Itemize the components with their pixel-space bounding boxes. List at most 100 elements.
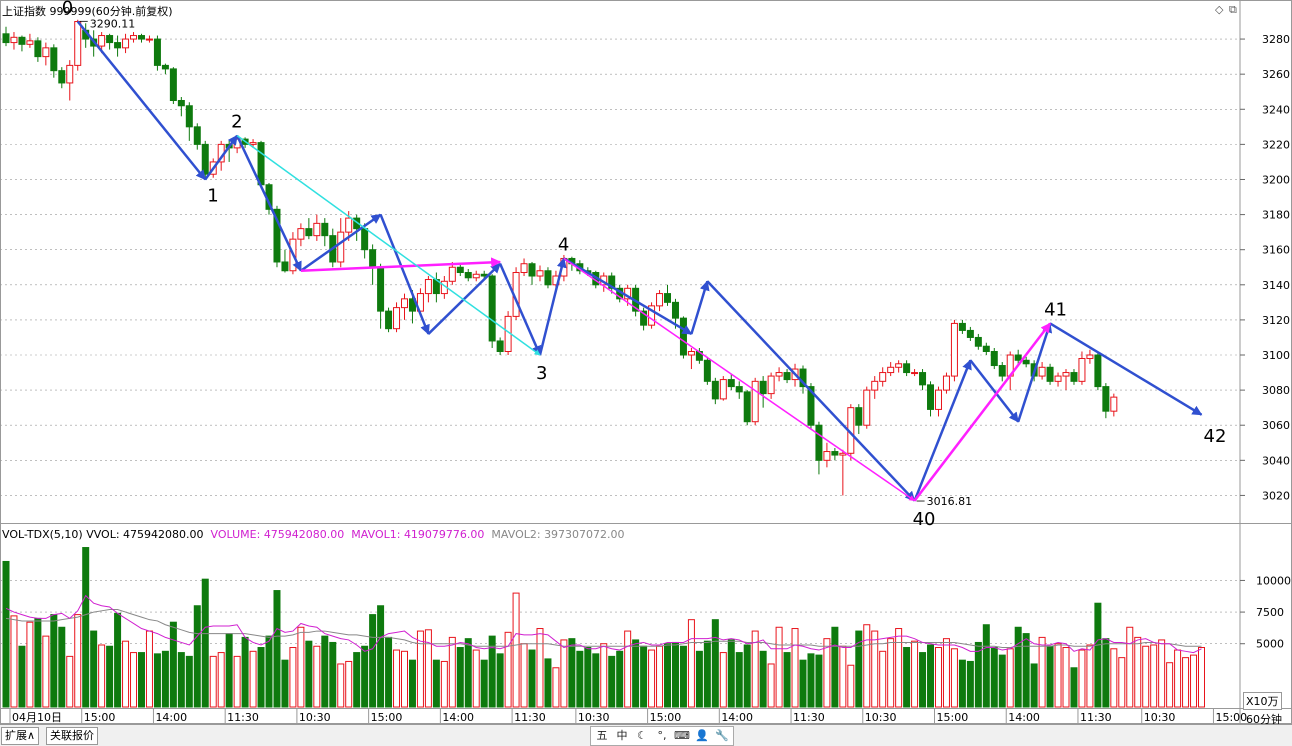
candle-body bbox=[767, 375, 775, 395]
candle-body bbox=[687, 350, 695, 356]
candle-body bbox=[982, 345, 990, 352]
volume-bar bbox=[130, 652, 138, 708]
time-label: 15:00 bbox=[84, 711, 116, 724]
candle-body bbox=[1094, 354, 1102, 388]
volume-bar bbox=[66, 655, 74, 708]
mavol1-value: 419079776.00 bbox=[403, 528, 485, 541]
candle-body bbox=[153, 38, 161, 66]
candle-body bbox=[161, 64, 169, 70]
candle bbox=[640, 307, 648, 331]
volume-tick-label: 10000 bbox=[1256, 574, 1291, 587]
volume-bar bbox=[34, 617, 42, 708]
volume-bar bbox=[887, 638, 895, 708]
candle bbox=[1078, 351, 1086, 385]
candle bbox=[1110, 393, 1118, 417]
keyboard-icon[interactable]: ⌨ bbox=[673, 727, 691, 745]
candle-body bbox=[1086, 354, 1094, 360]
candle-body bbox=[1014, 354, 1022, 361]
volume-bar bbox=[377, 605, 385, 708]
volume-bar bbox=[791, 628, 799, 708]
volume-bar bbox=[695, 650, 703, 708]
candle bbox=[775, 367, 783, 382]
candle-body bbox=[177, 99, 185, 107]
volume-bar bbox=[919, 652, 927, 708]
moon-icon[interactable]: ☾ bbox=[633, 727, 651, 745]
candle bbox=[831, 448, 839, 461]
user-icon[interactable]: 👤 bbox=[693, 727, 711, 745]
time-label: 10:30 bbox=[578, 711, 610, 724]
volume-bar bbox=[1126, 626, 1134, 708]
volume-bars bbox=[2, 547, 1205, 708]
volume-bar bbox=[393, 649, 401, 708]
volume-bar bbox=[26, 621, 34, 708]
candle bbox=[1062, 369, 1070, 391]
volume-bar bbox=[281, 659, 289, 708]
price-tick-label: 3140 bbox=[1262, 279, 1290, 292]
tab-related-quotes[interactable]: 关联报价 bbox=[46, 727, 98, 745]
candle bbox=[50, 44, 58, 78]
candle bbox=[966, 326, 974, 341]
candle bbox=[177, 96, 185, 117]
price-tick-label: 3060 bbox=[1262, 419, 1290, 432]
five-icon[interactable]: 五 bbox=[593, 727, 611, 745]
candle-body bbox=[305, 228, 313, 237]
volume-bar bbox=[1030, 663, 1038, 708]
volume-bar bbox=[942, 638, 950, 708]
volume-bar bbox=[1078, 649, 1086, 708]
candle bbox=[974, 333, 982, 350]
wrench-icon[interactable]: 🔧 bbox=[713, 727, 731, 745]
stock-chart[interactable]: 3020304030603080310031203140316031803200… bbox=[0, 0, 1292, 745]
time-axis: 04月10日 15:00 14:00 11:30 10:30 15:00 14:00 11:3… bbox=[12, 711, 1247, 724]
volume-bar bbox=[616, 650, 624, 708]
vol-indicator[interactable]: VOL-TDX(5,10) bbox=[2, 528, 83, 541]
candle-body bbox=[958, 322, 966, 331]
candle bbox=[887, 362, 895, 377]
candle bbox=[823, 442, 831, 468]
volume-bar bbox=[799, 659, 807, 708]
volume-bar bbox=[711, 619, 719, 708]
candle-body bbox=[106, 35, 114, 44]
candle-body bbox=[831, 451, 839, 456]
volume-bar bbox=[1174, 649, 1182, 708]
tab-expand[interactable]: 扩展∧ bbox=[1, 727, 40, 745]
volume-bar bbox=[998, 654, 1006, 708]
price-tick-label: 3160 bbox=[1262, 244, 1290, 257]
volume-bar bbox=[903, 647, 911, 708]
wave-lines bbox=[76, 20, 1203, 502]
candle-body bbox=[863, 389, 871, 426]
candle bbox=[321, 218, 329, 247]
candle-body bbox=[472, 273, 480, 279]
bottom-toolbar: 扩展∧ 关联报价 五 中 ☾ °, ⌨ 👤 🔧 bbox=[0, 724, 1292, 746]
volume-bar bbox=[145, 630, 153, 708]
volume-bar bbox=[727, 639, 735, 708]
candle-body bbox=[743, 391, 751, 423]
volume-bar bbox=[823, 638, 831, 708]
wave-label-1: 1 bbox=[207, 185, 218, 206]
candle bbox=[895, 360, 903, 373]
volume-bar bbox=[839, 645, 847, 708]
candle-body bbox=[679, 317, 687, 356]
volume-bar bbox=[217, 652, 225, 708]
volume-bar bbox=[934, 647, 942, 708]
volume-bar bbox=[1014, 626, 1022, 708]
volume-bar bbox=[82, 547, 90, 708]
candle-body bbox=[735, 386, 743, 393]
volume-bar bbox=[974, 641, 982, 708]
volume-bar bbox=[1022, 633, 1030, 708]
time-label: 11:30 bbox=[227, 711, 259, 724]
volume-bar bbox=[895, 628, 903, 708]
candle bbox=[911, 369, 919, 377]
punctuation-icon[interactable]: °, bbox=[653, 727, 671, 745]
candle-body bbox=[257, 142, 265, 186]
candle bbox=[130, 32, 138, 43]
maximize-icon[interactable]: ⧉ bbox=[1229, 3, 1237, 17]
volume-bar bbox=[1198, 647, 1205, 708]
candle-body bbox=[18, 36, 26, 45]
restore-icon[interactable]: ◇ bbox=[1215, 3, 1223, 16]
candle bbox=[711, 377, 719, 405]
candle bbox=[735, 381, 743, 399]
volume-bar bbox=[432, 659, 440, 708]
volume-bar bbox=[169, 621, 177, 708]
volume-bar bbox=[329, 641, 337, 708]
chinese-input-icon[interactable]: 中 bbox=[613, 727, 631, 745]
